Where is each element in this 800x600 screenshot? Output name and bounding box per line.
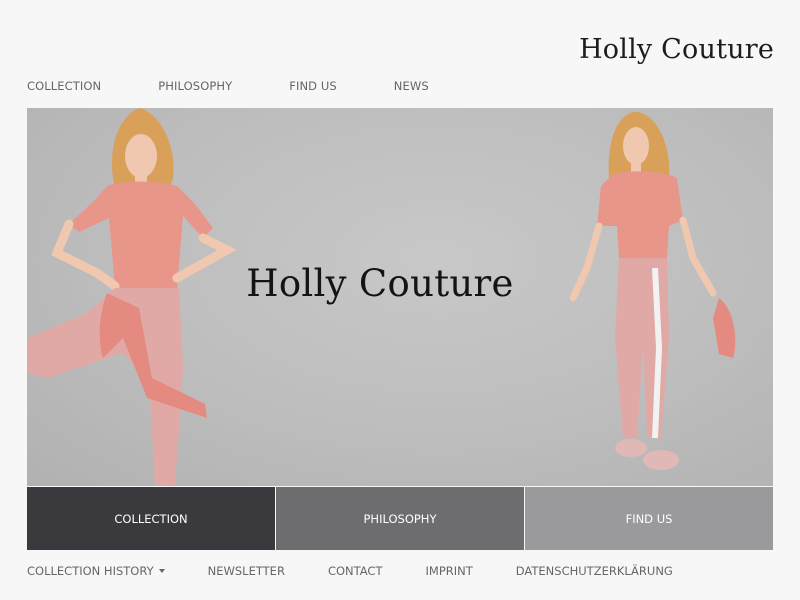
top-navigation: COLLECTION PHILOSOPHY FIND US NEWS: [27, 79, 486, 93]
tile-philosophy[interactable]: PHILOSOPHY: [276, 487, 524, 550]
model-right-image: [569, 111, 736, 470]
site-brand[interactable]: Holly Couture: [579, 34, 774, 65]
tile-find-us[interactable]: FIND US: [525, 487, 773, 550]
footer-link-newsletter[interactable]: NEWSLETTER: [208, 564, 285, 578]
nav-link-find-us[interactable]: FIND US: [289, 79, 337, 93]
footer-link-collection-history[interactable]: COLLECTION HISTORY: [27, 564, 165, 578]
footer-navigation: COLLECTION HISTORY NEWSLETTER CONTACT IM…: [27, 564, 716, 578]
caret-down-icon: [158, 569, 165, 573]
tile-collection[interactable]: COLLECTION: [27, 487, 275, 550]
nav-link-collection[interactable]: COLLECTION: [27, 79, 101, 93]
nav-link-philosophy[interactable]: PHILOSOPHY: [158, 79, 232, 93]
nav-link-news[interactable]: NEWS: [394, 79, 429, 93]
footer-link-imprint[interactable]: IMPRINT: [426, 564, 473, 578]
category-tiles: COLLECTION PHILOSOPHY FIND US: [27, 487, 773, 550]
footer-link-collection-history-label: COLLECTION HISTORY: [27, 564, 154, 578]
hero-banner: Holly Couture: [27, 108, 773, 486]
footer-link-privacy[interactable]: DATENSCHUTZERKLÄRUNG: [516, 564, 673, 578]
footer-link-contact[interactable]: CONTACT: [328, 564, 383, 578]
